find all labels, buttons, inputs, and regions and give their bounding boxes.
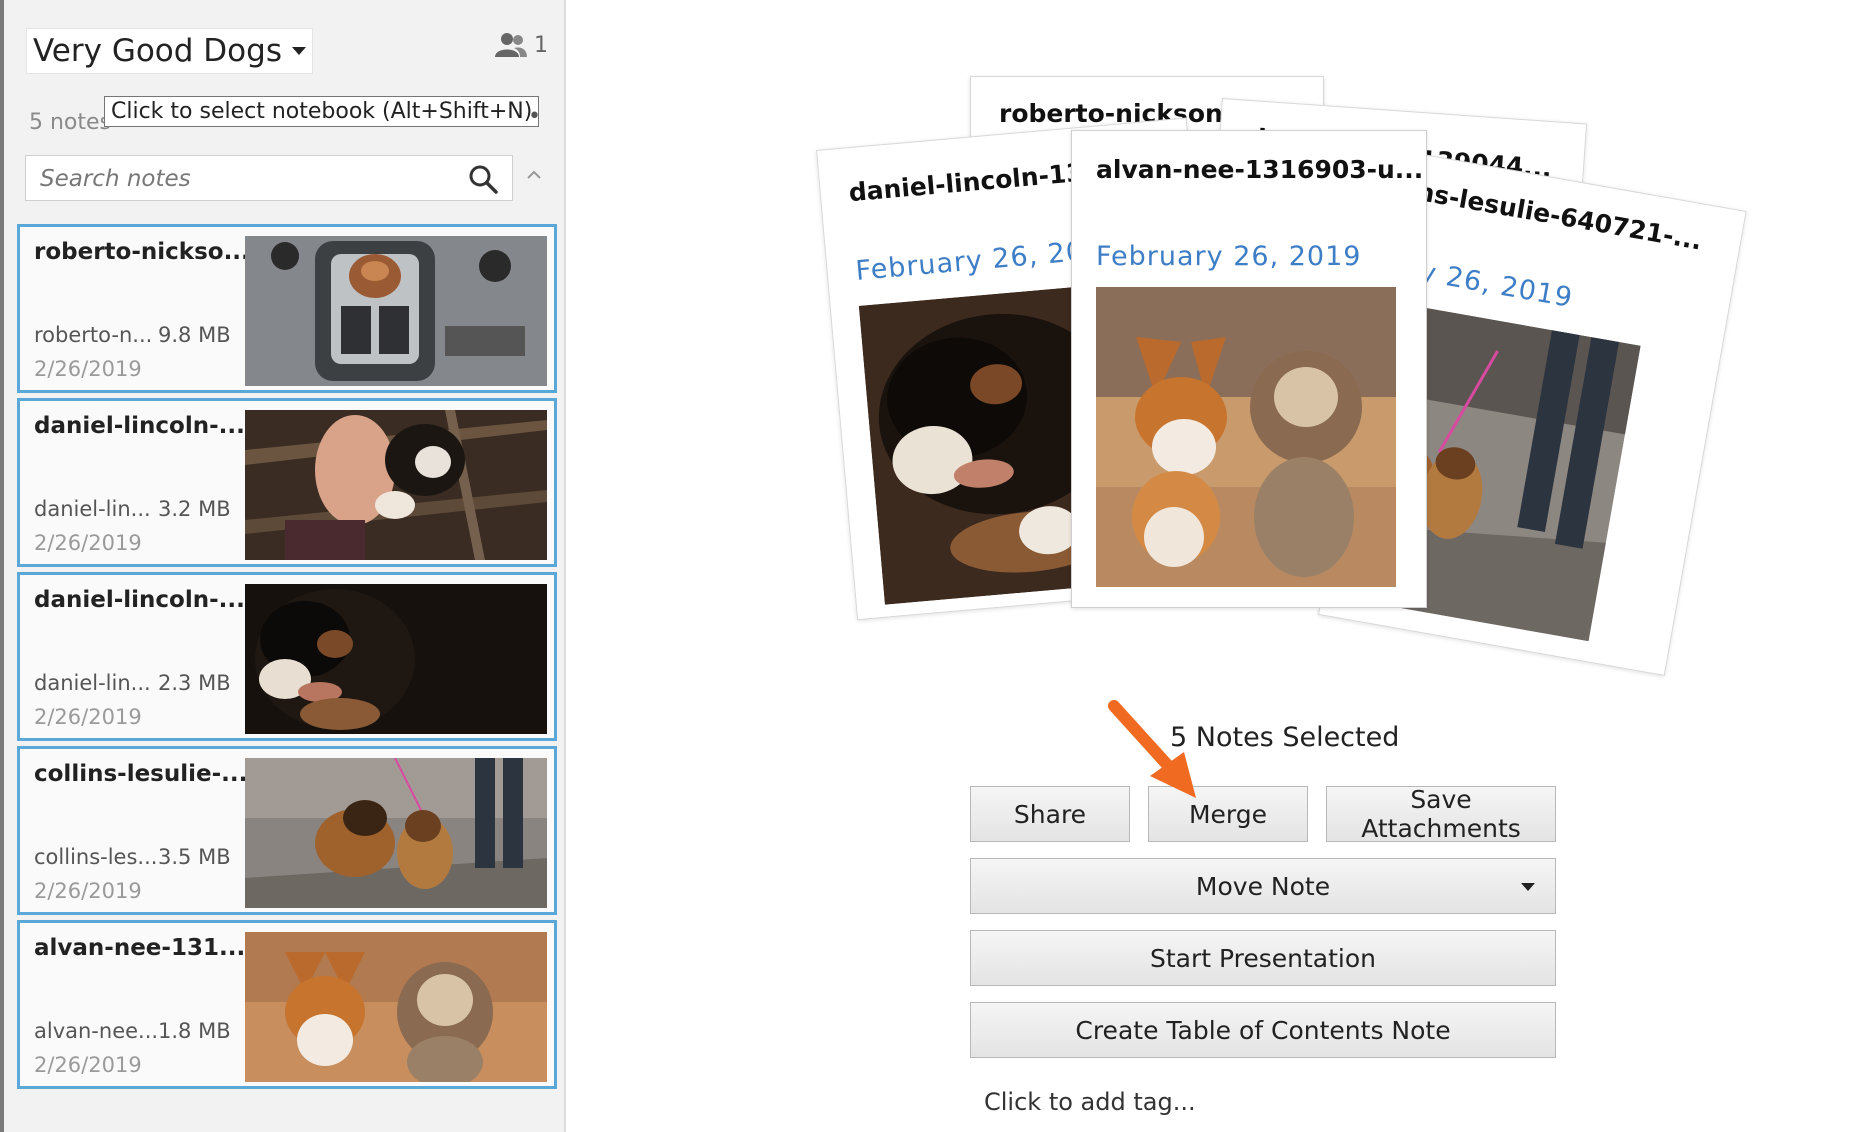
search-icon[interactable] [468,164,498,194]
note-title: daniel-lincoln-... [34,587,245,613]
notebook-tooltip: Click to select notebook (Alt+Shift+N) [104,96,540,127]
users-icon [495,33,527,57]
shared-users-indicator[interactable]: 1 [494,32,548,58]
add-tag-field[interactable]: Click to add tag... [984,1088,1196,1116]
note-attachment-name: collins-les... [34,845,158,869]
note-attachment-size: 3.5 MB [158,845,231,869]
stack-card-front: alvan-nee-1316903-u... February 26, 2019 [1071,130,1427,608]
note-date: 2/26/2019 [34,531,142,555]
note-title: daniel-lincoln-... [34,413,245,439]
start-presentation-label: Start Presentation [1149,943,1377,973]
create-toc-label: Create Table of Contents Note [1075,1015,1451,1045]
chevron-up-icon[interactable] [526,168,542,180]
note-list-sidebar: Very Good Dogs 1 5 notes Click to select… [0,0,566,1132]
note-thumbnail [245,236,547,386]
stack-card-title: alvan-nee-1316903-u... [1096,155,1424,184]
share-count: 1 [534,32,548,58]
search-input[interactable] [26,156,462,202]
move-note-label: Move Note [1195,871,1331,901]
stack-card-date: February 26, 2019 [1096,241,1362,272]
move-note-button[interactable]: Move Note [970,858,1556,914]
note-thumbnail [245,932,547,1082]
note-attachment-name: alvan-nee... [34,1019,159,1043]
note-date: 2/26/2019 [34,1053,142,1077]
note-item[interactable]: daniel-lincoln-... daniel-lin... 2.3 MB … [17,572,557,741]
annotation-arrow-icon [1108,700,1196,798]
note-item[interactable]: roberto-nickso... roberto-n... 9.8 MB 2/… [17,224,557,393]
chevron-down-icon[interactable] [1521,883,1535,891]
notebook-title: Very Good Dogs [33,33,282,69]
note-attachment-name: daniel-lin... [34,497,151,521]
chevron-down-icon [291,47,306,55]
note-thumbnail [245,758,547,908]
note-date: 2/26/2019 [34,705,142,729]
note-item[interactable]: alvan-nee-131... alvan-nee... 1.8 MB 2/2… [17,920,557,1089]
start-presentation-button[interactable]: Start Presentation [970,930,1556,986]
notebook-selector[interactable]: Very Good Dogs [26,28,313,74]
note-thumbnail [245,584,547,734]
note-thumbnail [245,410,547,560]
note-item[interactable]: collins-lesulie-... collins-les... 3.5 M… [17,746,557,915]
note-title: alvan-nee-131... [34,935,246,961]
search-box [25,155,513,202]
note-date: 2/26/2019 [34,357,142,381]
note-count: 5 notes [29,110,112,135]
note-attachment-size: 2.3 MB [158,671,231,695]
note-list: roberto-nickso... roberto-n... 9.8 MB 2/… [17,224,557,1094]
note-item[interactable]: daniel-lincoln-... daniel-lin... 3.2 MB … [17,398,557,567]
create-toc-button[interactable]: Create Table of Contents Note [970,1002,1556,1058]
note-attachment-name: daniel-lin... [34,671,151,695]
stack-card-image [1096,287,1396,587]
note-attachment-size: 1.8 MB [158,1019,231,1043]
note-title: roberto-nickso... [34,239,250,265]
share-button-label: Share [1013,799,1087,829]
more-options-icon[interactable]: • [528,104,541,129]
note-title: collins-lesulie-... [34,761,248,787]
note-date: 2/26/2019 [34,879,142,903]
note-attachment-name: roberto-n... [34,323,153,347]
note-attachment-size: 3.2 MB [158,497,231,521]
share-button[interactable]: Share [970,786,1130,842]
stack-card-date: February 26, 201 [854,234,1104,287]
note-attachment-size: 9.8 MB [158,323,231,347]
save-attachments-button[interactable]: Save Attachments [1326,785,1556,843]
save-attachments-label: Save Attachments [1361,785,1521,843]
